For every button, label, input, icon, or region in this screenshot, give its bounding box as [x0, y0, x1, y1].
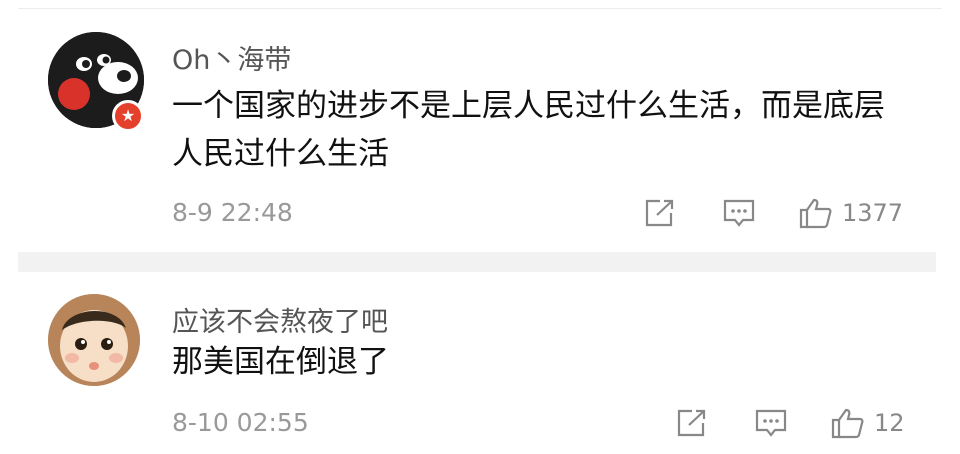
thumbs-up-icon	[799, 198, 832, 229]
user-avatar[interactable]	[48, 294, 140, 386]
share-icon	[645, 199, 674, 227]
like-button[interactable]: 12	[830, 407, 905, 439]
top-separator	[18, 8, 942, 9]
share-button[interactable]	[644, 198, 676, 228]
section-divider	[18, 252, 936, 272]
red-star-badge-icon: ★	[112, 100, 144, 132]
share-button[interactable]	[676, 408, 708, 438]
comment-actions: 1377	[644, 196, 903, 230]
comment-username[interactable]: Oh丶海带	[172, 38, 291, 77]
comment-text: 那美国在倒退了	[172, 344, 389, 380]
thumbs-up-icon	[831, 408, 864, 439]
share-icon	[677, 409, 706, 437]
comment-item: 应该不会熬夜了吧 那美国在倒退了 8-10 02:55 12	[0, 280, 960, 454]
like-count: 1377	[842, 199, 904, 227]
comment-time: 8-9 22:48	[172, 198, 293, 227]
baby-face-avatar-icon	[48, 294, 140, 386]
like-count: 12	[874, 409, 905, 437]
like-button[interactable]: 1377	[798, 197, 903, 229]
comment-actions: 12	[676, 406, 905, 440]
comment-icon	[723, 199, 755, 227]
reply-button[interactable]	[754, 408, 788, 438]
comment-text: 一个国家的进步不是上层人民过什么生活，而是底层人民过什么生活	[172, 88, 885, 172]
comment-icon	[755, 409, 787, 437]
comment-item: ★ Oh丶海带 一个国家的进步不是上层人民过什么生活，而是底层人民过什么生活 8…	[0, 20, 960, 250]
comment-username[interactable]: 应该不会熬夜了吧	[172, 300, 388, 339]
comment-time: 8-10 02:55	[172, 408, 309, 437]
reply-button[interactable]	[722, 198, 756, 228]
